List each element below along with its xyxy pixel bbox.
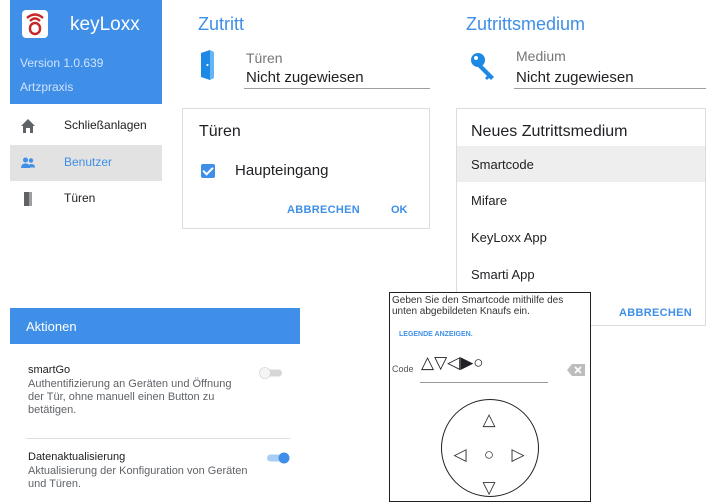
knob-down-button[interactable]: ▽ — [480, 479, 498, 496]
knob-center-button[interactable]: ○ — [480, 446, 498, 463]
backspace-icon[interactable] — [567, 363, 585, 376]
medium-option-smartcode[interactable]: Smartcode — [457, 146, 705, 182]
medium-field-label: Medium — [516, 48, 566, 64]
show-legend-link[interactable]: LEGENDE ANZEIGEN. — [399, 331, 473, 338]
zutritt-section-title: Zutritt — [198, 14, 245, 34]
home-icon — [20, 118, 36, 134]
medium-option-mifare[interactable]: Mifare — [457, 182, 705, 218]
smartcode-instruction: Geben Sie den Smartcode mithilfe des unt… — [392, 295, 564, 317]
sidebar-item-label: Türen — [64, 191, 96, 205]
field-underline — [244, 88, 430, 89]
knob-up-button[interactable]: △ — [480, 411, 498, 428]
cancel-button[interactable]: ABBRECHEN — [287, 204, 360, 216]
sidebar-item-label: Benutzer — [64, 155, 113, 169]
app-title: keyLoxx — [70, 14, 140, 35]
drawer-header: keyLoxx Version 1.0.639 Artzpraxis — [10, 0, 162, 104]
doors-dialog: Türen Haupteingang ABBRECHEN OK — [182, 108, 430, 229]
doors-field-label: Türen — [246, 50, 283, 66]
smartcode-entry-panel: Geben Sie den Smartcode mithilfe des unt… — [389, 292, 591, 502]
option-label: Mifare — [471, 193, 508, 208]
keyloxx-logo-icon — [22, 10, 48, 38]
sidebar-item-schliessanlagen[interactable]: Schließanlagen — [10, 108, 162, 144]
door-icon — [200, 49, 215, 81]
app-version: Version 1.0.639 — [20, 56, 104, 70]
key-icon — [470, 52, 496, 82]
door-icon — [20, 191, 36, 207]
knob-right-button[interactable]: ▷ — [509, 446, 527, 463]
code-underline — [420, 382, 548, 383]
medium-field-value[interactable]: Nicht zugewiesen — [516, 69, 634, 86]
knob-left-button[interactable]: ◁ — [451, 446, 469, 463]
option-label: Smartcode — [471, 157, 534, 172]
dialog-title: Türen — [199, 123, 241, 140]
smartgo-toggle[interactable] — [259, 366, 285, 379]
actions-title: Aktionen — [26, 319, 77, 334]
door-option-label[interactable]: Haupteingang — [235, 162, 328, 179]
smartgo-title: smartGo — [28, 364, 71, 376]
navigation-drawer: keyLoxx Version 1.0.639 Artzpraxis Schli… — [10, 0, 162, 218]
actions-header: Aktionen — [10, 308, 300, 344]
code-label: Code — [392, 364, 414, 374]
dialog-title: Neues Zutrittsmedium — [471, 123, 628, 140]
datenaktualisierung-title: Datenaktualisierung — [28, 451, 126, 463]
divider — [26, 438, 290, 439]
zutrittsmedium-section-title: Zutrittsmedium — [466, 14, 586, 34]
sidebar-item-benutzer[interactable]: Benutzer — [10, 145, 162, 181]
option-label: Smarti App — [471, 267, 535, 282]
field-underline — [514, 88, 706, 89]
code-input[interactable]: △▽◁▶○ — [421, 353, 484, 373]
sidebar-item-label: Schließanlagen — [64, 118, 147, 132]
smartgo-description: Authentifizierung an Geräten und Öffnung… — [28, 378, 232, 416]
datenaktualisierung-toggle[interactable] — [264, 451, 290, 464]
option-label: KeyLoxx App — [471, 230, 547, 245]
sidebar-item-tueren[interactable]: Türen — [10, 181, 162, 217]
cancel-button[interactable]: ABBRECHEN — [619, 307, 692, 319]
doors-field-value[interactable]: Nicht zugewiesen — [246, 69, 364, 86]
medium-option-keyloxx-app[interactable]: KeyLoxx App — [457, 219, 705, 255]
users-icon — [20, 155, 36, 171]
medium-option-smarti-app[interactable]: Smarti App — [457, 256, 705, 292]
haupteingang-checkbox[interactable] — [201, 164, 215, 178]
organization-name: Artzpraxis — [20, 80, 74, 94]
ok-button[interactable]: OK — [391, 204, 408, 216]
datenaktualisierung-description: Aktualisierung der Konfiguration von Ger… — [28, 465, 248, 490]
